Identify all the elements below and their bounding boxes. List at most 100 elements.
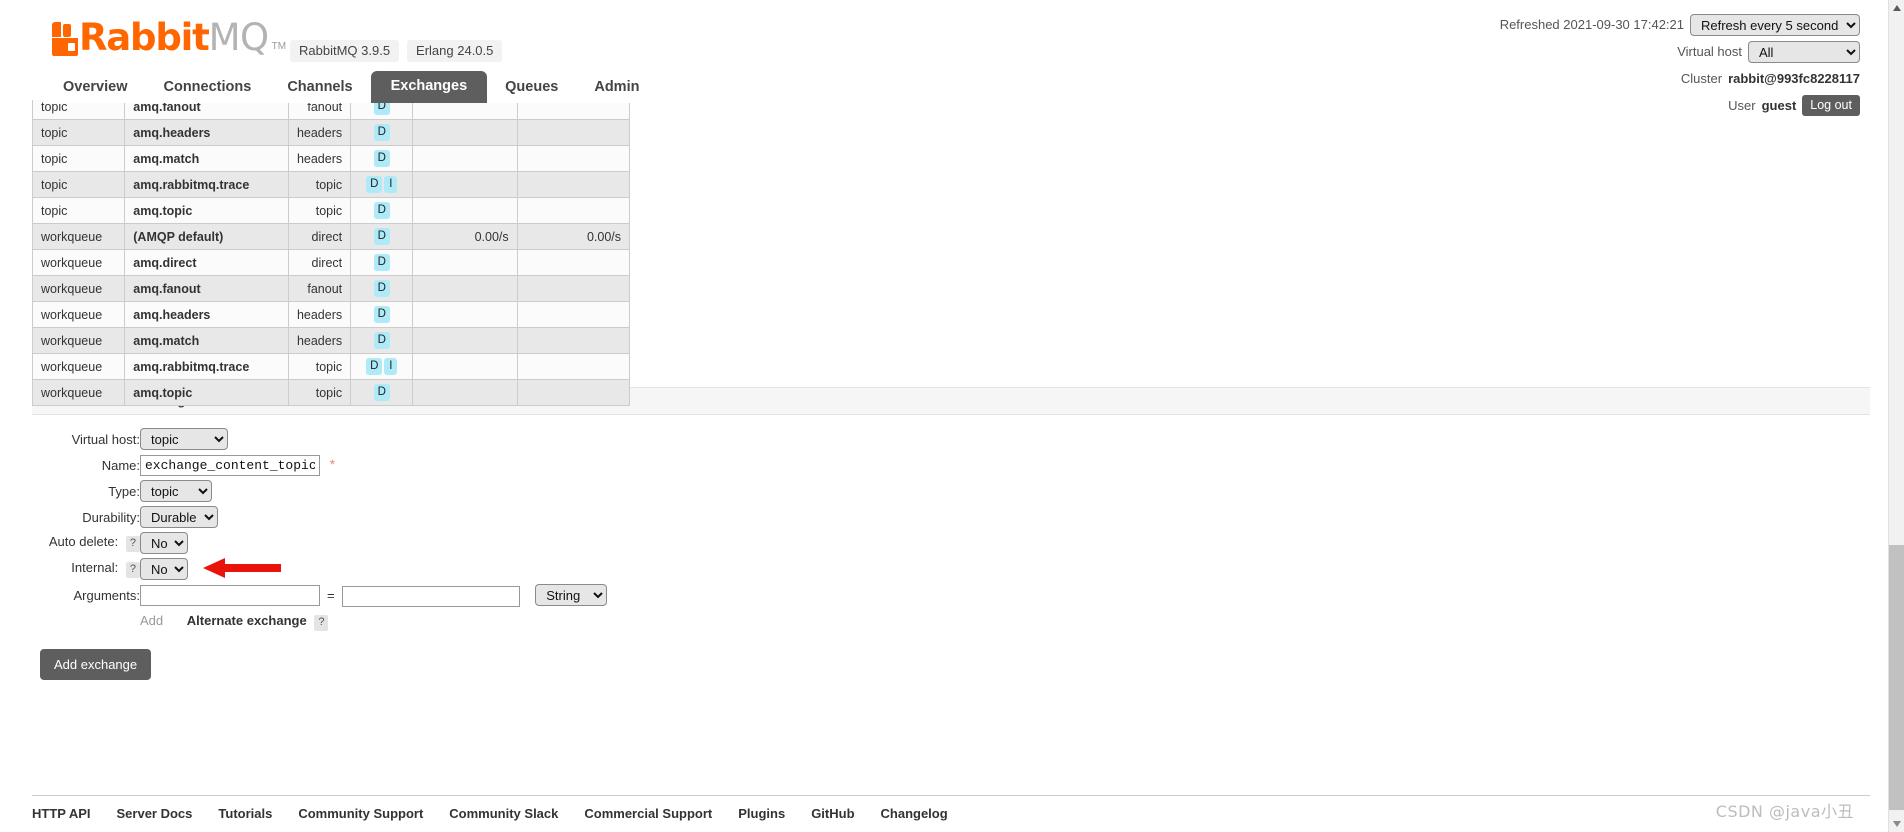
cell-exchange-name[interactable]: amq.rabbitmq.trace	[124, 171, 289, 198]
footer-link-server-docs[interactable]: Server Docs	[117, 806, 193, 821]
scrollbar-down-arrow-icon[interactable]	[1889, 816, 1904, 832]
autodelete-field-cell: NoYes	[140, 530, 607, 556]
footer-link-github[interactable]: GitHub	[811, 806, 854, 821]
footer-link-http-api[interactable]: HTTP API	[32, 806, 91, 821]
cell-exchange-type: headers	[287, 119, 352, 146]
durability-select[interactable]: DurableTransient	[140, 506, 218, 528]
form-row-autodelete: Auto delete: ? NoYes	[32, 530, 607, 556]
argument-value-input[interactable]	[341, 585, 520, 607]
autodelete-label-text: Auto delete:	[48, 534, 119, 549]
table-row[interactable]: topic amq.rabbitmq.trace topic D I	[31, 171, 631, 198]
required-asterisk: *	[329, 455, 336, 472]
autodelete-help-icon[interactable]: ?	[125, 536, 140, 552]
feature-badge-d: D	[373, 254, 390, 271]
form-row-name: Name: *	[32, 452, 607, 478]
cell-features: D	[350, 223, 414, 250]
feature-badge-i: I	[384, 358, 398, 375]
cell-rate-in	[412, 197, 518, 224]
table-row[interactable]: topic amq.headers headers D	[31, 119, 631, 146]
exchange-type-select[interactable]: topicdirectfanoutheaders	[140, 480, 212, 502]
internal-label-text: Internal:	[71, 560, 119, 575]
scrollbar-thumb[interactable]	[1889, 545, 1904, 810]
table-row[interactable]: workqueue amq.headers headers D	[31, 301, 631, 328]
footer-link-plugins[interactable]: Plugins	[738, 806, 785, 821]
nav-tab-channels[interactable]: Channels	[269, 74, 371, 103]
table-row[interactable]: workqueue (AMQP default) direct D 0.00/s 0.00…	[31, 223, 631, 250]
footer-link-tutorials[interactable]: Tutorials	[218, 806, 272, 821]
page-scrollbar[interactable]	[1888, 0, 1904, 832]
cell-features: D	[350, 145, 414, 172]
add-exchange-form: Virtual host: topicworkqueue Name: *	[32, 426, 608, 635]
argument-key-input[interactable]	[140, 584, 320, 606]
cell-exchange-name[interactable]: amq.direct	[124, 249, 289, 276]
nav-tab-queues[interactable]: Queues	[487, 74, 577, 103]
vhost-select[interactable]: topicworkqueue	[140, 428, 228, 450]
footer-link-changelog[interactable]: Changelog	[881, 806, 948, 821]
internal-help-icon[interactable]: ?	[125, 562, 140, 578]
cell-virtual-host: topic	[31, 197, 126, 224]
scrollbar-up-arrow-icon[interactable]	[1889, 0, 1904, 16]
feature-badge-d: D	[373, 150, 390, 167]
table-row[interactable]: workqueue amq.match headers D	[31, 327, 631, 354]
cell-rate-in: 0.00/s	[412, 223, 518, 250]
feature-badge-d: D	[373, 332, 390, 349]
nav-tab-exchanges[interactable]: Exchanges	[370, 71, 488, 103]
argument-value-cell: StringNumberBooleanList	[341, 582, 608, 609]
vhost-filter-select[interactable]: All	[1748, 40, 1860, 63]
table-row[interactable]: workqueue amq.rabbitmq.trace topic D I	[31, 353, 631, 380]
cell-virtual-host: workqueue	[31, 275, 126, 302]
nav-tab-admin[interactable]: Admin	[576, 74, 658, 103]
table-row[interactable]: workqueue amq.topic topic D	[31, 379, 631, 406]
table-row[interactable]: workqueue amq.fanout fanout D	[31, 275, 631, 302]
cell-virtual-host: workqueue	[31, 353, 126, 380]
nav-tab-overview[interactable]: Overview	[45, 74, 146, 103]
footer-link-community-support[interactable]: Community Support	[298, 806, 423, 821]
cell-exchange-type: topic	[287, 197, 352, 224]
cell-features: D	[350, 275, 414, 302]
refresh-row: Refreshed 2021-09-30 17:42:21 Refresh ev…	[1500, 13, 1860, 36]
cell-exchange-type: headers	[287, 301, 352, 328]
feature-badge-d: D	[373, 280, 390, 297]
cell-exchange-name[interactable]: amq.match	[124, 327, 289, 354]
cell-exchange-name[interactable]: amq.topic	[124, 379, 289, 406]
vhost-row: Virtual host All	[1500, 40, 1860, 63]
cell-exchange-name[interactable]: amq.headers	[124, 301, 289, 328]
alternate-exchange-help-icon[interactable]: ?	[314, 614, 329, 631]
cell-rate-out	[516, 119, 631, 146]
exchanges-table: topic amq.fanout fanout Dtopic amq.headers he…	[31, 93, 631, 406]
add-argument-link[interactable]: Add	[140, 613, 163, 628]
cell-rate-out	[516, 171, 631, 198]
cell-features: DI	[350, 353, 414, 380]
auto-delete-select[interactable]: NoYes	[140, 532, 188, 554]
cell-exchange-name[interactable]: amq.fanout	[124, 275, 289, 302]
table-row[interactable]: workqueue amq.direct direct D	[31, 249, 631, 276]
exchange-name-input[interactable]	[140, 454, 320, 476]
refresh-interval-select[interactable]: Refresh every 5 seconds	[1690, 13, 1860, 36]
internal-field-label: Internal: ?	[32, 556, 140, 582]
cell-exchange-type: headers	[287, 327, 352, 354]
argument-equals-cell: =	[320, 582, 342, 609]
footer-link-commercial-support[interactable]: Commercial Support	[584, 806, 712, 821]
cell-virtual-host: workqueue	[31, 223, 126, 250]
cell-exchange-name[interactable]: amq.headers	[124, 119, 289, 146]
cell-virtual-host: workqueue	[31, 249, 126, 276]
argument-type-select[interactable]: StringNumberBooleanList	[535, 584, 608, 606]
arguments-field-label: Arguments:	[73, 587, 140, 603]
table-row[interactable]: topic amq.topic topic D	[31, 197, 631, 224]
cell-rate-out	[516, 197, 631, 224]
empty-label-cell	[32, 609, 140, 635]
cell-exchange-name[interactable]: amq.rabbitmq.trace	[124, 353, 289, 380]
cell-exchange-type: direct	[287, 249, 352, 276]
page-content: topic amq.fanout fanout Dtopic amq.headers he…	[0, 0, 1888, 832]
add-exchange-button[interactable]: Add exchange	[40, 648, 152, 680]
cell-rate-in	[412, 275, 518, 302]
rabbitmq-logo[interactable]: Rabbit MQ TM	[52, 19, 286, 56]
footer-link-community-slack[interactable]: Community Slack	[449, 806, 558, 821]
cell-exchange-name[interactable]: amq.topic	[124, 197, 289, 224]
cell-exchange-name[interactable]: amq.match	[124, 145, 289, 172]
nav-tab-connections[interactable]: Connections	[145, 74, 270, 103]
cell-rate-in	[412, 379, 518, 406]
internal-select[interactable]: NoYes	[140, 558, 188, 580]
cell-exchange-name[interactable]: (AMQP default)	[124, 223, 289, 250]
table-row[interactable]: topic amq.match headers D	[31, 145, 631, 172]
